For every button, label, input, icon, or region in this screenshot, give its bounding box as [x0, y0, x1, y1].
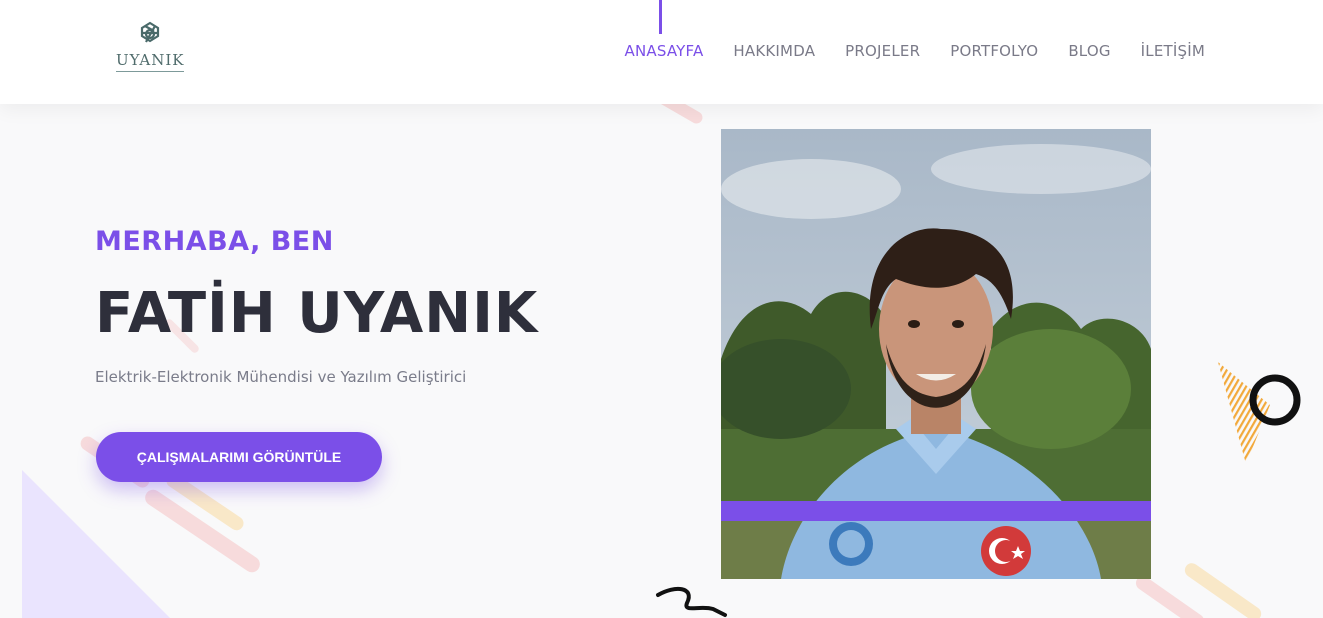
active-nav-indicator — [659, 0, 662, 34]
decorative-stroke — [1182, 560, 1264, 618]
hero-subtitle: Elektrik-Elektronik Mühendisi ve Yazılım… — [95, 368, 467, 386]
logo-text: UYANIK — [116, 51, 185, 72]
hero-greeting: MERHABA, BEN — [95, 226, 334, 257]
squiggle-decoration — [656, 586, 727, 617]
photo-accent-bar — [721, 501, 1151, 521]
nav-item-iletisim[interactable]: İLETİŞİM — [1141, 42, 1205, 60]
nav-item-hakkimda[interactable]: HAKKIMDA — [733, 42, 815, 60]
view-works-button[interactable]: ÇALIŞMALARIMI GÖRÜNTÜLE — [96, 432, 382, 482]
nav-item-projeler[interactable]: PROJELER — [845, 42, 920, 60]
hero-name: FATİH UYANIK — [95, 281, 539, 346]
site-logo[interactable]: UYANIK — [116, 20, 185, 80]
knot-logo-icon — [140, 21, 160, 43]
nav-item-blog[interactable]: BLOG — [1068, 42, 1110, 60]
ring-decoration — [1249, 374, 1301, 426]
nav-item-portfolyo[interactable]: PORTFOLYO — [950, 42, 1038, 60]
nav-item-anasayfa[interactable]: ANASAYFA — [625, 42, 704, 60]
main-nav: ANASAYFA HAKKIMDA PROJELER PORTFOLYO BLO… — [625, 42, 1206, 60]
